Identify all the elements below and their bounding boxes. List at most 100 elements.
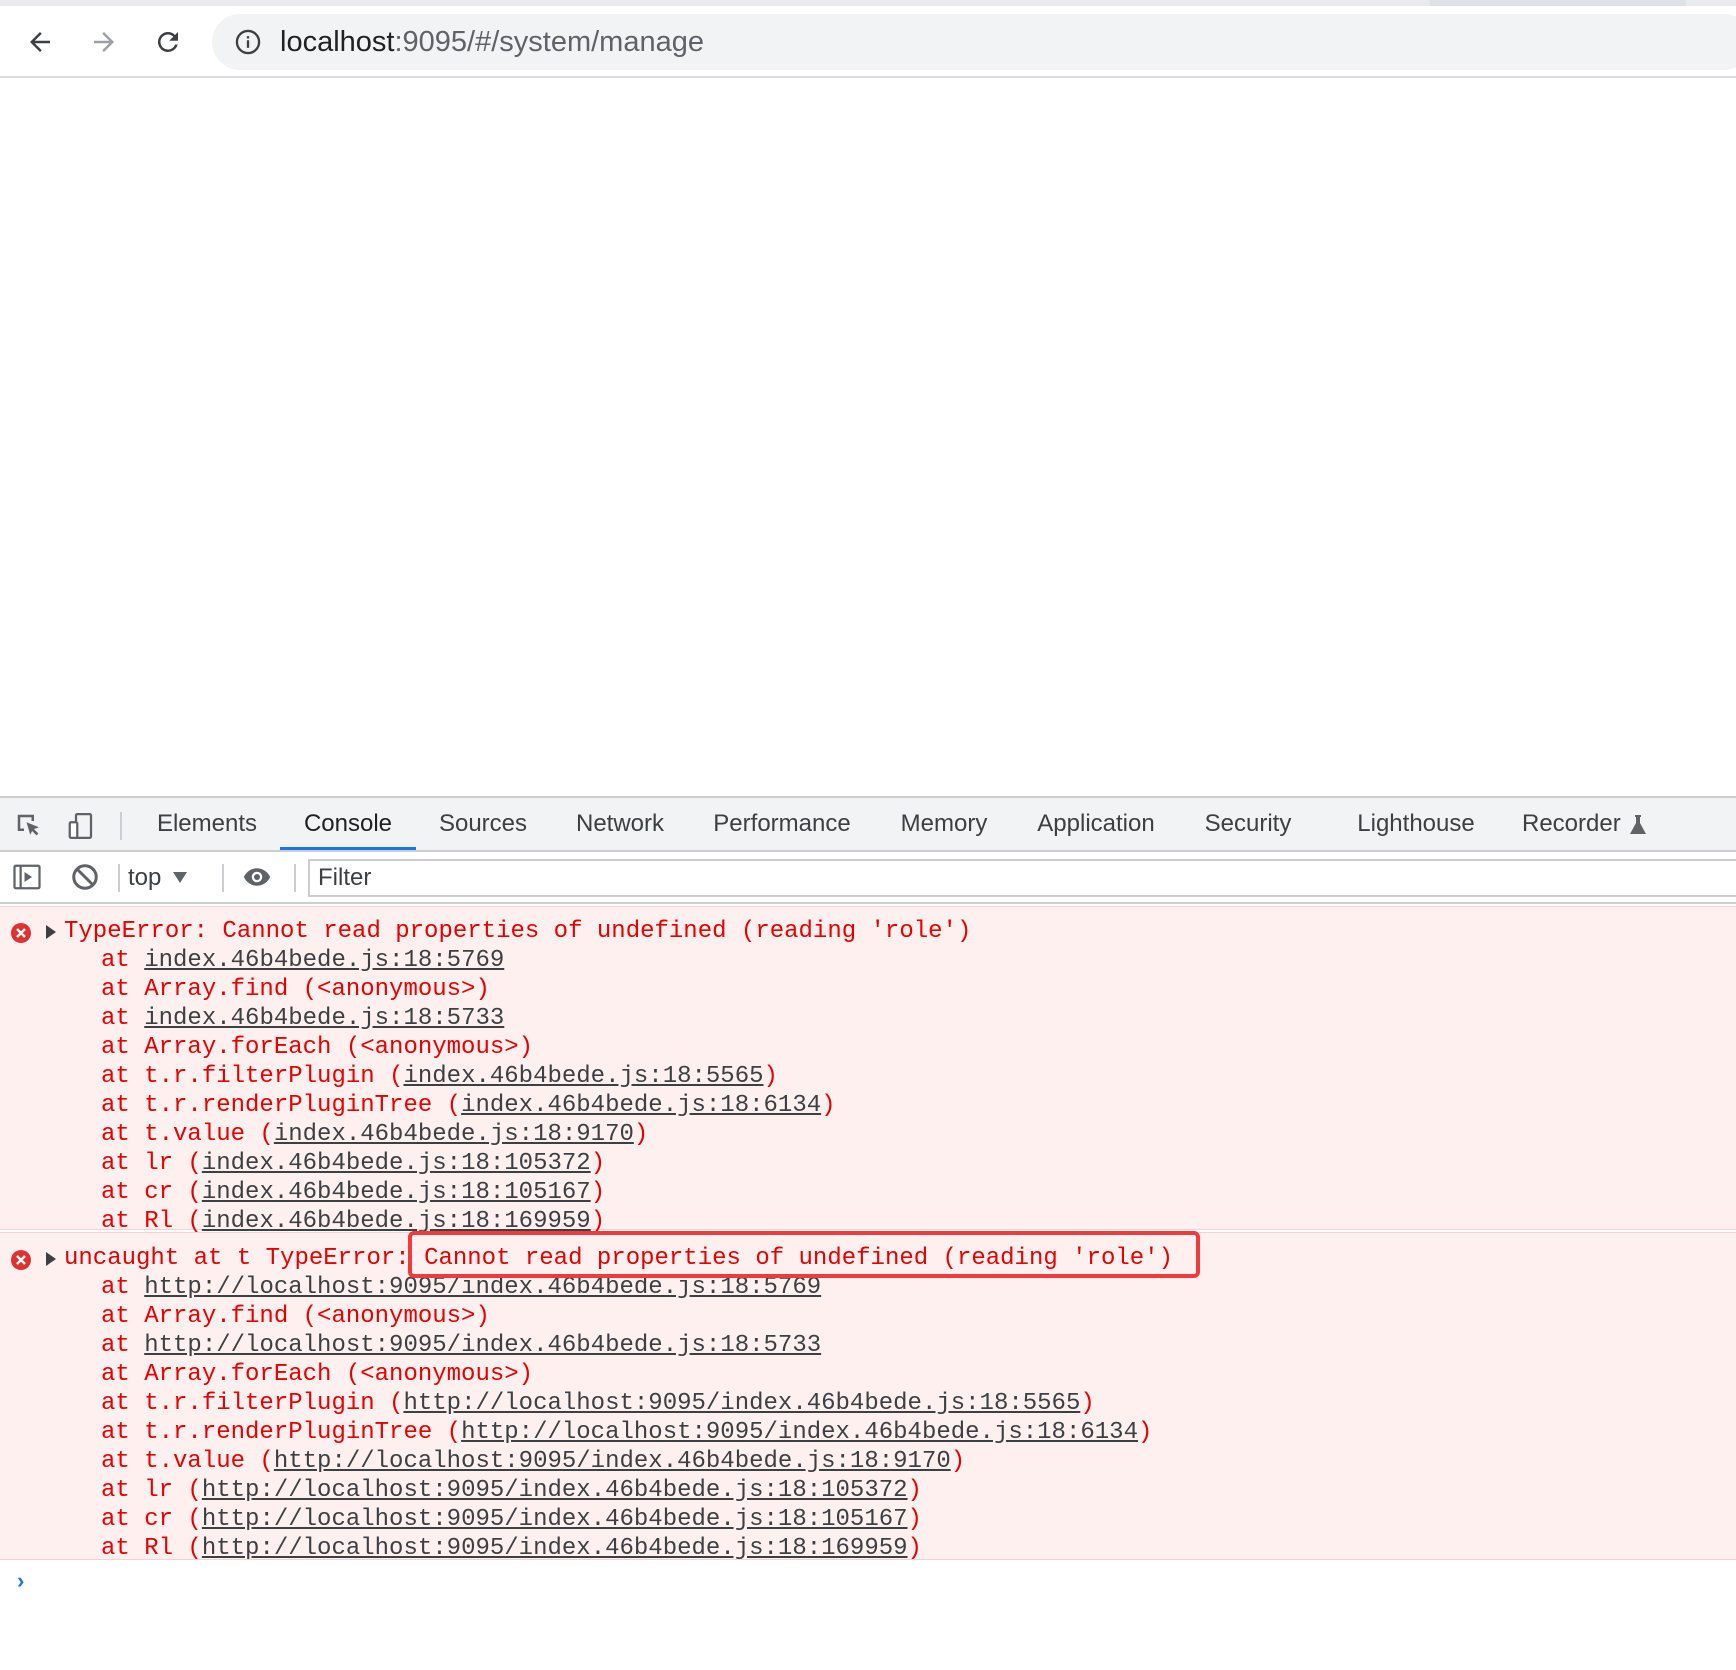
frame-prefix: at Array.find (<anonymous>) — [101, 1303, 490, 1330]
frame-suffix: ) — [590, 1150, 606, 1177]
frame-suffix: ) — [950, 1448, 966, 1475]
frame-prefix: at Array.find (<anonymous>) — [101, 976, 490, 1003]
clear-block-icon — [72, 864, 98, 890]
device-toolbar-button[interactable] — [64, 810, 98, 842]
source-link[interactable]: index.46b4bede.js:18:105372 — [202, 1150, 591, 1177]
tab-network[interactable]: Network — [566, 798, 674, 850]
devtools-tabbar: Elements Console Sources Network Perform… — [0, 796, 1736, 852]
eye-icon — [243, 868, 271, 886]
error-icon — [11, 1250, 31, 1270]
devtools-panel: Elements Console Sources Network Perform… — [0, 796, 1736, 1670]
stack-frame: at Array.forEach (<anonymous>) — [101, 1033, 533, 1062]
stack-frame: at cr (http://localhost:9095/index.46b4b… — [101, 1505, 922, 1534]
tab-sources[interactable]: Sources — [432, 798, 534, 850]
stack-frame: at index.46b4bede.js:18:5733 — [101, 1004, 504, 1033]
source-link[interactable]: http://localhost:9095/index.46b4bede.js:… — [274, 1448, 951, 1475]
error-header: TypeError: Cannot read properties of und… — [64, 918, 972, 945]
frame-suffix: ) — [633, 1121, 649, 1148]
source-link[interactable]: index.46b4bede.js:18:9170 — [274, 1121, 634, 1148]
stack-frame: at t.r.filterPlugin (http://localhost:90… — [101, 1389, 1095, 1418]
tab-recorder-label: Recorder — [1522, 810, 1621, 837]
inspect-element-button[interactable] — [12, 810, 46, 842]
toolbar-divider — [294, 864, 296, 892]
source-link[interactable]: http://localhost:9095/index.46b4bede.js:… — [202, 1535, 908, 1562]
stack-frame: at Array.find (<anonymous>) — [101, 975, 490, 1004]
frame-suffix: ) — [1080, 1390, 1095, 1417]
stack-frame: at t.r.filterPlugin (index.46b4bede.js:1… — [101, 1062, 778, 1091]
error-header-prefix: uncaught at t TypeError: — [64, 1245, 425, 1272]
tab-application[interactable]: Application — [1032, 798, 1160, 850]
reload-button[interactable] — [146, 20, 190, 64]
error-icon — [11, 923, 31, 943]
stack-frame: at t.value (index.46b4bede.js:18:9170) — [101, 1120, 648, 1149]
address-bar[interactable]: localhost:9095/#/system/manage — [212, 14, 1736, 70]
stack-frame: at t.value (http://localhost:9095/index.… — [101, 1447, 965, 1476]
tab-performance[interactable]: Performance — [710, 798, 854, 850]
reload-icon — [157, 31, 178, 52]
url-path: :9095/#/system/manage — [394, 26, 704, 58]
toolbar-divider — [118, 864, 120, 892]
expand-triangle-icon[interactable] — [46, 1252, 56, 1266]
show-sidebar-button[interactable] — [10, 861, 44, 893]
stack-frame: at cr (index.46b4bede.js:18:105167) — [101, 1178, 605, 1207]
stack-frame: at lr (index.46b4bede.js:18:105372) — [101, 1149, 605, 1178]
expand-triangle-icon[interactable] — [46, 925, 56, 939]
source-link[interactable]: index.46b4bede.js:18:5769 — [144, 947, 504, 974]
console-toolbar: top — [0, 852, 1736, 904]
frame-prefix: at — [101, 1005, 145, 1032]
js-context-select[interactable]: top — [128, 860, 188, 896]
experiment-flask-icon — [1629, 814, 1646, 834]
tab-memory[interactable]: Memory — [896, 798, 992, 850]
forward-button[interactable] — [82, 20, 126, 64]
frame-prefix: at t.value ( — [101, 1448, 274, 1475]
console-error-message[interactable]: TypeError: Cannot read properties of und… — [0, 906, 1736, 1235]
tab-lighthouse[interactable]: Lighthouse — [1354, 798, 1478, 850]
stack-frame: at t.r.renderPluginTree (http://localhos… — [101, 1418, 1152, 1447]
frame-prefix: at Array.forEach (<anonymous>) — [101, 1034, 534, 1061]
frame-prefix: at Array.forEach (<anonymous>) — [101, 1361, 534, 1388]
back-button[interactable] — [18, 20, 62, 64]
tab-recorder[interactable]: Recorder — [1522, 798, 1662, 850]
tab-elements[interactable]: Elements — [150, 798, 264, 850]
frame-suffix: ) — [907, 1506, 922, 1533]
info-icon[interactable] — [234, 28, 262, 56]
stack-frame: at lr (http://localhost:9095/index.46b4b… — [101, 1476, 922, 1505]
frame-prefix: at t.value ( — [101, 1121, 274, 1148]
frame-prefix: at t.r.renderPluginTree ( — [101, 1419, 462, 1446]
frame-suffix: ) — [821, 1092, 836, 1119]
tab-security[interactable]: Security — [1200, 798, 1296, 850]
stack-frame: at t.r.renderPluginTree (index.46b4bede.… — [101, 1091, 836, 1120]
device-mode-icon — [68, 813, 93, 839]
source-link[interactable]: http://localhost:9095/index.46b4bede.js:… — [202, 1506, 908, 1533]
frame-prefix: at Rl ( — [101, 1535, 202, 1562]
inspect-cursor-icon — [17, 814, 39, 836]
forward-arrow-icon — [94, 32, 114, 52]
frame-prefix: at — [101, 947, 145, 974]
filter-input[interactable] — [308, 859, 1736, 897]
frame-prefix: at — [101, 1332, 145, 1359]
clear-console-button[interactable] — [68, 861, 102, 893]
source-link[interactable]: http://localhost:9095/index.46b4bede.js:… — [202, 1477, 908, 1504]
console-error-message[interactable]: uncaught at t TypeError: Cannot read pro… — [0, 1231, 1736, 1562]
toolbar-divider — [222, 864, 224, 892]
source-link[interactable]: index.46b4bede.js:18:5565 — [403, 1063, 763, 1090]
highlight-annotation-box — [408, 1231, 1200, 1278]
frame-prefix: at lr ( — [101, 1477, 202, 1504]
source-link[interactable]: http://localhost:9095/index.46b4bede.js:… — [144, 1274, 821, 1301]
toolbar-divider — [120, 812, 122, 840]
source-link[interactable]: http://localhost:9095/index.46b4bede.js:… — [144, 1332, 821, 1359]
frame-suffix: ) — [1137, 1419, 1153, 1446]
source-link[interactable]: index.46b4bede.js:18:105167 — [202, 1179, 591, 1206]
source-link[interactable]: index.46b4bede.js:18:5733 — [144, 1005, 504, 1032]
stack-frame: at http://localhost:9095/index.46b4bede.… — [101, 1331, 821, 1360]
source-link[interactable]: http://localhost:9095/index.46b4bede.js:… — [461, 1419, 1138, 1446]
console-prompt[interactable]: › — [14, 1570, 27, 1595]
browser-toolbar: localhost:9095/#/system/manage — [0, 6, 1736, 78]
js-context-value: top — [128, 864, 162, 891]
source-link[interactable]: http://localhost:9095/index.46b4bede.js:… — [403, 1390, 1080, 1417]
live-expression-button[interactable] — [240, 861, 274, 893]
tab-console[interactable]: Console — [280, 798, 416, 850]
url-text[interactable]: localhost:9095/#/system/manage — [280, 26, 704, 58]
frame-prefix: at cr ( — [101, 1506, 202, 1533]
source-link[interactable]: index.46b4bede.js:18:6134 — [461, 1092, 821, 1119]
